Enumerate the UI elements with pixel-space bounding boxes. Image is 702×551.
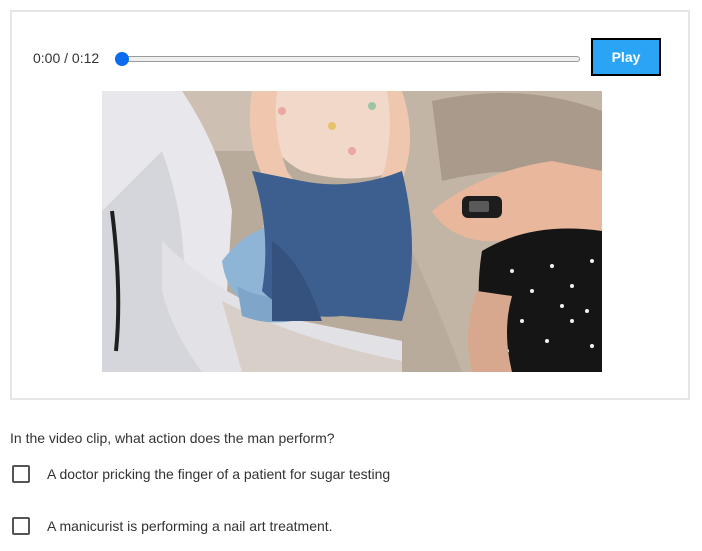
option-2[interactable]: A manicurist is performing a nail art tr… <box>12 517 333 535</box>
option-label: A manicurist is performing a nail art tr… <box>47 518 333 534</box>
option-1[interactable]: A doctor pricking the finger of a patien… <box>12 465 390 483</box>
video-frame-image <box>102 91 602 372</box>
question-text: In the video clip, what action does the … <box>10 430 335 446</box>
play-button[interactable]: Play <box>591 38 661 76</box>
checkbox-icon[interactable] <box>12 517 30 535</box>
checkbox-icon[interactable] <box>12 465 30 483</box>
seek-bar[interactable] <box>115 52 580 66</box>
video-player: 0:00 / 0:12 Play <box>10 10 690 400</box>
video-frame[interactable] <box>102 91 602 372</box>
time-display: 0:00 / 0:12 <box>33 50 100 66</box>
option-label: A doctor pricking the finger of a patien… <box>47 466 391 482</box>
seek-thumb[interactable] <box>115 52 129 66</box>
